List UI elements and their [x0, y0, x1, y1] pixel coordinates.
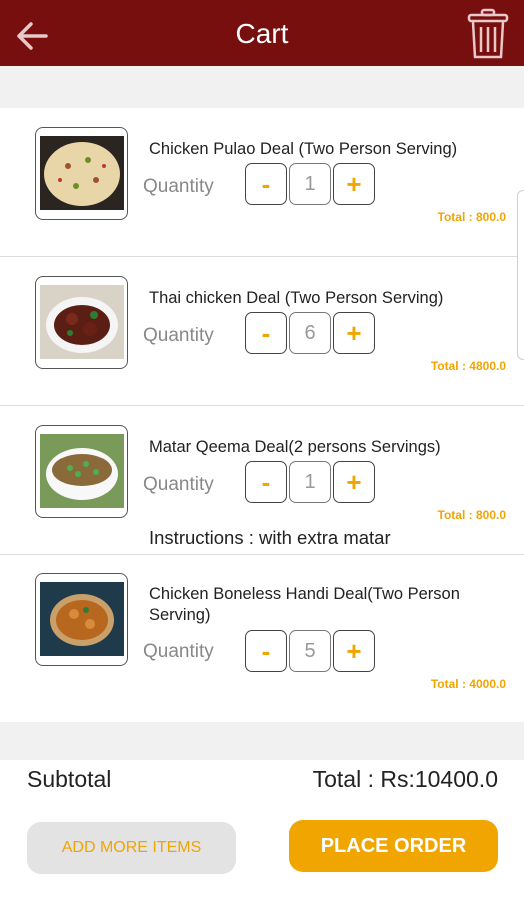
product-image	[35, 276, 128, 369]
cart-footer: Subtotal Total : Rs:10400.0 ADD MORE ITE…	[0, 760, 524, 900]
quantity-label: Quantity	[143, 641, 214, 662]
increment-button[interactable]: +	[333, 163, 375, 205]
cart-item: Thai chicken Deal (Two Person Serving) Q…	[0, 257, 524, 406]
cart-item: Chicken Pulao Deal (Two Person Serving) …	[0, 108, 524, 257]
decrement-button[interactable]: -	[245, 461, 287, 503]
cart-item: Chicken Boneless Handi Deal(Two Person S…	[0, 555, 524, 722]
decrement-button[interactable]: -	[245, 163, 287, 205]
increment-button[interactable]: +	[333, 630, 375, 672]
item-name: Thai chicken Deal (Two Person Serving)	[149, 289, 444, 307]
quantity-stepper: - 5 +	[245, 630, 375, 672]
clear-cart-button[interactable]	[466, 8, 510, 60]
page-title: Cart	[235, 18, 289, 49]
thai-chicken-image	[40, 285, 124, 359]
place-order-button[interactable]: PLACE ORDER	[289, 820, 498, 872]
quantity-stepper: - 1 +	[245, 461, 375, 503]
increment-button[interactable]: +	[333, 312, 375, 354]
item-total: Total : 800.0	[437, 508, 506, 522]
product-image	[35, 573, 128, 666]
add-more-items-button[interactable]: ADD MORE ITEMS	[27, 822, 236, 874]
product-image	[35, 127, 128, 220]
item-total: Total : 4000.0	[430, 677, 506, 691]
item-name: Chicken Pulao Deal (Two Person Serving)	[149, 140, 458, 158]
trash-icon	[467, 8, 509, 59]
quantity-value: 6	[289, 312, 331, 354]
quantity-label: Quantity	[143, 176, 214, 197]
quantity-stepper: - 1 +	[245, 163, 375, 205]
chicken-pulao-image	[40, 136, 124, 210]
decrement-button[interactable]: -	[245, 312, 287, 354]
quantity-label: Quantity	[143, 325, 214, 346]
app-bar: Cart	[0, 0, 524, 66]
item-total: Total : 800.0	[437, 210, 506, 224]
quantity-value: 1	[289, 461, 331, 503]
chicken-handi-image	[40, 582, 124, 656]
matar-qeema-image	[40, 434, 124, 508]
quantity-value: 1	[289, 163, 331, 205]
item-name: Chicken Boneless Handi Deal(Two Person S…	[149, 585, 460, 624]
quantity-stepper: - 6 +	[245, 312, 375, 354]
decrement-button[interactable]: -	[245, 630, 287, 672]
subtotal-label: Subtotal	[27, 766, 112, 792]
grand-total: Total : Rs:10400.0	[312, 766, 498, 792]
product-image	[35, 425, 128, 518]
increment-button[interactable]: +	[333, 461, 375, 503]
item-instructions: Instructions : with extra matar	[149, 527, 391, 548]
quantity-label: Quantity	[143, 474, 214, 495]
cart-item: Matar Qeema Deal(2 persons Servings) Qua…	[0, 406, 524, 555]
item-total: Total : 4800.0	[430, 359, 506, 373]
scroll-indicator[interactable]	[517, 190, 524, 360]
quantity-value: 5	[289, 630, 331, 672]
cart-list[interactable]: Chicken Pulao Deal (Two Person Serving) …	[0, 108, 524, 722]
item-name: Matar Qeema Deal(2 persons Servings)	[149, 438, 441, 456]
